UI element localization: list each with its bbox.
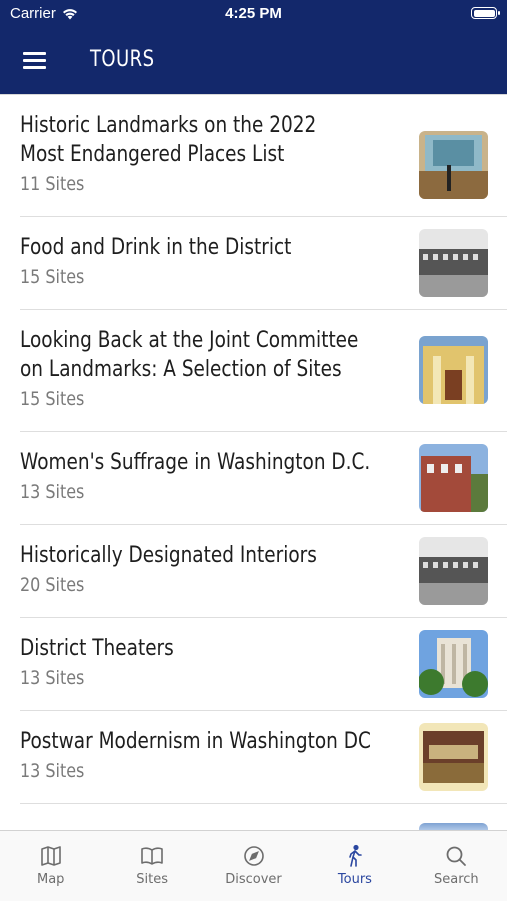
tour-thumbnail xyxy=(419,229,488,297)
list-item[interactable]: Women's Suffrage in Washington D.C. 13 S… xyxy=(20,432,507,525)
tab-sites[interactable]: Sites xyxy=(101,831,202,901)
app-header: Carrier 4:25 PM TOURS xyxy=(0,0,507,94)
tab-label: Discover xyxy=(225,872,282,887)
tour-title: Looking Back at the Joint Committee on L… xyxy=(20,328,359,382)
list-item[interactable]: Historic Landmarks on the 2022 Most Enda… xyxy=(20,95,507,217)
list-item[interactable]: Food and Drink in the District 15 Sites xyxy=(20,217,507,310)
search-icon xyxy=(446,846,467,866)
tab-label: Map xyxy=(36,872,65,887)
tour-thumbnail xyxy=(419,630,488,698)
list-item[interactable]: Historically Designated Interiors 20 Sit… xyxy=(20,525,507,618)
list-item[interactable]: Looking Back at the Joint Committee on L… xyxy=(20,310,507,432)
tour-thumbnail xyxy=(419,723,488,791)
tab-map[interactable]: Map xyxy=(0,831,101,901)
status-bar: Carrier 4:25 PM xyxy=(0,0,507,28)
tour-thumbnail xyxy=(419,444,488,512)
tour-site-count: 15 Sites xyxy=(20,266,85,288)
hamburger-menu-button[interactable] xyxy=(22,48,48,74)
tour-title: Food and Drink in the District xyxy=(20,235,292,260)
tour-title: Historic Landmarks on the 2022 Most Enda… xyxy=(20,113,317,167)
book-icon xyxy=(141,847,163,865)
tab-discover[interactable]: Discover xyxy=(203,831,304,901)
tour-title: District Theaters xyxy=(20,636,174,661)
list-item[interactable]: Postwar Modernism in Washington DC 13 Si… xyxy=(20,711,507,804)
tab-bar: Map Sites Discover Tours Search xyxy=(0,830,507,901)
compass-icon xyxy=(243,846,264,866)
tab-label: Search xyxy=(433,872,479,887)
tour-site-count: 20 Sites xyxy=(20,574,85,596)
page-title: TOURS xyxy=(90,47,155,72)
tour-thumbnail xyxy=(419,336,488,404)
map-icon xyxy=(40,846,61,866)
tour-site-count: 13 Sites xyxy=(20,760,85,782)
tour-site-count: 11 Sites xyxy=(20,173,85,195)
status-time: 4:25 PM xyxy=(225,5,282,22)
tab-search[interactable]: Search xyxy=(406,831,507,901)
tour-thumbnail xyxy=(419,131,488,199)
tab-label: Tours xyxy=(337,872,372,887)
tour-site-count: 15 Sites xyxy=(20,388,85,410)
tour-title: Historically Designated Interiors xyxy=(20,543,317,568)
walking-person-icon xyxy=(349,844,362,867)
tab-tours[interactable]: Tours xyxy=(304,831,405,901)
tour-thumbnail xyxy=(419,537,488,605)
tour-site-count: 13 Sites xyxy=(20,481,85,503)
tab-label: Sites xyxy=(136,872,168,887)
list-item[interactable]: District Theaters 13 Sites xyxy=(20,618,507,711)
tours-list[interactable]: Historic Landmarks on the 2022 Most Enda… xyxy=(0,94,507,831)
tour-title: Postwar Modernism in Washington DC xyxy=(20,729,371,754)
battery-icon xyxy=(471,7,500,19)
tour-title: Women's Suffrage in Washington D.C. xyxy=(20,450,371,475)
tour-site-count: 13 Sites xyxy=(20,667,85,689)
